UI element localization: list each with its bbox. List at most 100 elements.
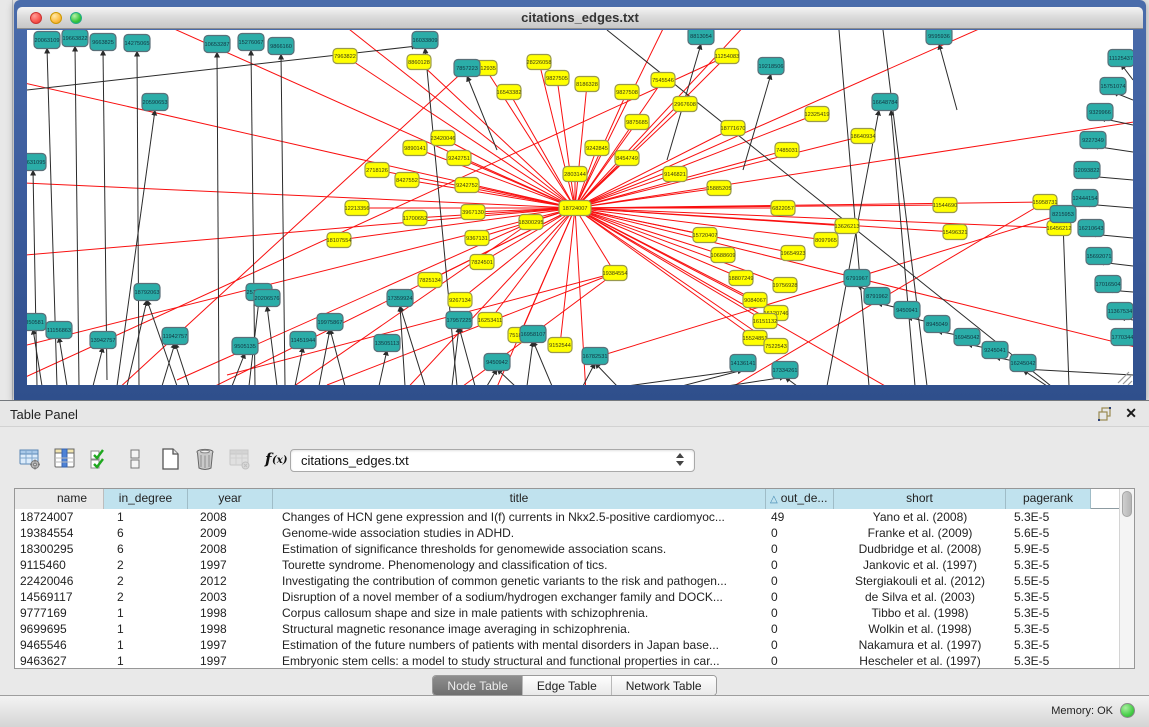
tab-node-table[interactable]: Node Table [433, 676, 522, 695]
network-node[interactable]: 9875685 [625, 115, 649, 130]
network-node[interactable]: 8791962 [864, 288, 890, 305]
network-node[interactable]: 16945042 [954, 329, 980, 346]
cell-title[interactable]: Estimation of the future numbers of pati… [273, 637, 766, 653]
network-node[interactable]: 9329966 [1087, 104, 1113, 121]
network-node[interactable]: 18792063 [134, 284, 160, 301]
network-node[interactable]: 11254083 [715, 49, 739, 64]
network-node[interactable]: 7522543 [764, 339, 788, 354]
network-node[interactable]: 9450941 [894, 302, 920, 319]
network-node[interactable]: 2718126 [365, 163, 389, 178]
network-node[interactable]: 15692071 [1086, 248, 1112, 265]
column-header-name[interactable]: name [15, 489, 104, 509]
network-node[interactable]: 13942757 [90, 332, 116, 349]
cell-in-degree[interactable]: 2 [104, 557, 188, 573]
cell-year[interactable]: 1997 [188, 653, 273, 669]
network-node[interactable]: 18771670 [721, 121, 746, 136]
cell-name[interactable]: 18724007 [15, 509, 104, 525]
network-node[interactable]: 8454749 [615, 151, 639, 166]
network-node[interactable]: 16782531 [582, 348, 608, 365]
network-node[interactable]: 6791967 [844, 270, 870, 287]
column-header-pagerank[interactable]: pagerank [1006, 489, 1091, 509]
cell-name[interactable]: 9777169 [15, 605, 104, 621]
table-row[interactable]: 969969511998Structural magnetic resonanc… [15, 621, 1134, 637]
tab-network-table[interactable]: Network Table [611, 676, 716, 695]
network-node[interactable]: 20206576 [254, 290, 280, 307]
network-node[interactable]: 7963822 [333, 49, 357, 64]
table-row[interactable]: 1872400712008Changes of HCN gene express… [15, 509, 1134, 525]
network-node[interactable]: 11156863 [46, 322, 72, 339]
network-node[interactable]: 19975867 [317, 314, 343, 331]
network-node[interactable]: 9227349 [1080, 132, 1106, 149]
network-node[interactable]: 11451944 [290, 332, 316, 349]
cell-name[interactable]: 14569117 [15, 589, 104, 605]
cell-out-de-[interactable]: 0 [766, 525, 834, 541]
table-row[interactable]: 977716911998Corpus callosum shape and si… [15, 605, 1134, 621]
network-node[interactable]: 14136141 [730, 355, 756, 372]
network-node[interactable]: 9827508 [615, 85, 639, 100]
network-node[interactable]: 9242752 [455, 178, 479, 193]
cell-year[interactable]: 2008 [188, 541, 273, 557]
network-node[interactable]: 20063109 [34, 32, 60, 49]
cell-year[interactable]: 1997 [188, 637, 273, 653]
cell-pagerank[interactable]: 5.3E-5 [1006, 509, 1091, 525]
network-node[interactable]: 19663822 [62, 30, 88, 47]
table-mode-icon[interactable] [123, 447, 147, 471]
delete-icon[interactable] [193, 447, 217, 471]
cell-in-degree[interactable]: 6 [104, 525, 188, 541]
network-node[interactable]: 10653287 [204, 36, 230, 53]
network-node[interactable]: 11700652 [403, 211, 427, 226]
table-row[interactable]: 1830029562008Estimation of significance … [15, 541, 1134, 557]
network-node[interactable]: 19654923 [781, 246, 806, 261]
table-row[interactable]: 1456911722003Disruption of a novel membe… [15, 589, 1134, 605]
network-node[interactable]: 7824501 [470, 255, 494, 270]
network-node[interactable]: 14275065 [124, 35, 150, 52]
cell-short[interactable]: Franke et al. (2009) [834, 525, 1006, 541]
cell-short[interactable]: Tibbo et al. (1998) [834, 605, 1006, 621]
cell-short[interactable]: de Silva et al. (2003) [834, 589, 1006, 605]
cell-short[interactable]: Stergiakouli et al. (2012) [834, 573, 1006, 589]
cell-out-de-[interactable]: 0 [766, 653, 834, 669]
cell-name[interactable]: 9465546 [15, 637, 104, 653]
network-node[interactable]: 17703447 [1111, 329, 1133, 346]
cell-in-degree[interactable]: 6 [104, 541, 188, 557]
network-node[interactable]: 7545546 [651, 73, 675, 88]
cell-name[interactable]: 19384554 [15, 525, 104, 541]
network-node[interactable]: 17334261 [772, 362, 798, 379]
cell-out-de-[interactable]: 0 [766, 589, 834, 605]
column-header-title[interactable]: title [273, 489, 766, 509]
network-node[interactable]: 19218506 [758, 58, 784, 75]
network-node[interactable]: 20590653 [142, 94, 168, 111]
cell-title[interactable]: Structural magnetic resonance image aver… [273, 621, 766, 637]
cell-pagerank[interactable]: 5.9E-5 [1006, 541, 1091, 557]
cell-title[interactable]: Investigating the contribution of common… [273, 573, 766, 589]
cell-out-de-[interactable]: 0 [766, 605, 834, 621]
network-node[interactable]: 11942757 [162, 328, 188, 345]
network-node[interactable]: 9242845 [585, 141, 609, 156]
cell-name[interactable]: 18300295 [15, 541, 104, 557]
function-builder-icon[interactable]: f (x) [263, 447, 287, 471]
network-node[interactable]: 7485031 [775, 143, 799, 158]
network-node[interactable]: 15885205 [707, 181, 732, 196]
column-header-short[interactable]: short [834, 489, 1006, 509]
cell-year[interactable]: 1998 [188, 605, 273, 621]
cell-short[interactable]: Wolkin et al. (1998) [834, 621, 1006, 637]
network-node[interactable]: 8813054 [688, 30, 714, 45]
cell-pagerank[interactable]: 5.3E-5 [1006, 621, 1091, 637]
network-node[interactable]: 9595936 [926, 30, 952, 45]
network-node[interactable]: 16033809 [412, 32, 438, 49]
network-node[interactable]: 15276067 [238, 34, 264, 51]
cell-pagerank[interactable]: 5.3E-5 [1006, 589, 1091, 605]
cell-pagerank[interactable]: 5.3E-5 [1006, 637, 1091, 653]
cell-pagerank[interactable]: 5.3E-5 [1006, 653, 1091, 669]
network-node[interactable]: 2967608 [673, 97, 697, 112]
cell-year[interactable]: 2003 [188, 589, 273, 605]
cell-title[interactable]: Corpus callosum shape and size in male p… [273, 605, 766, 621]
network-node[interactable]: 16210643 [1078, 220, 1104, 237]
network-node[interactable]: 17359924 [387, 290, 413, 307]
network-node[interactable]: 9890141 [403, 141, 427, 156]
cell-pagerank[interactable]: 5.6E-5 [1006, 525, 1091, 541]
column-header-in-degree[interactable]: in_degree [104, 489, 188, 509]
cell-title[interactable]: Genome-wide association studies in ADHD. [273, 525, 766, 541]
network-node[interactable]: 8860128 [407, 55, 431, 70]
network-node[interactable]: 4350581 [27, 314, 46, 331]
